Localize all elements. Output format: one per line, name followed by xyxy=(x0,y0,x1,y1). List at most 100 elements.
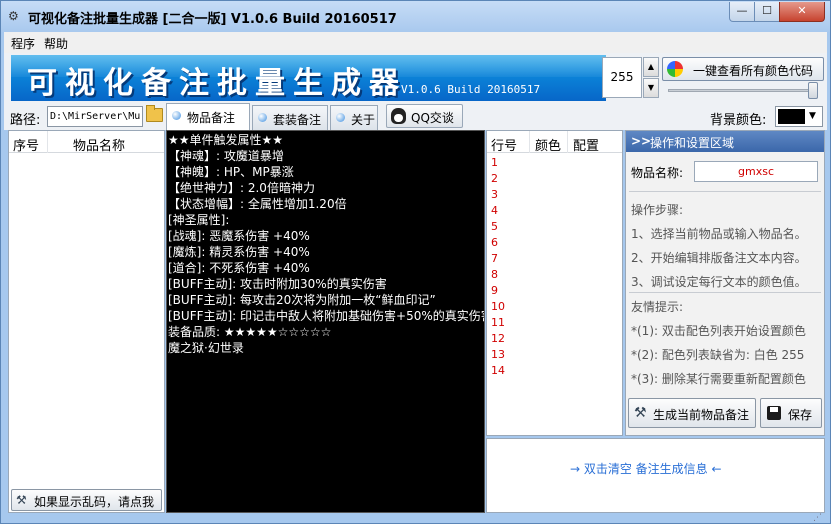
fix-garbled-text-button[interactable]: ⚒ 如果显示乱码，请点我 xyxy=(11,489,162,511)
preview-line: 【神魄】: HP、MP暴涨 xyxy=(168,165,294,179)
table-row[interactable]: 5 xyxy=(491,219,505,235)
step-item: 3、调试设定每行文本的颜色值。 xyxy=(631,275,807,289)
tips-title: 友情提示: xyxy=(631,300,684,314)
preview-line: 【状态增幅】: 全属性增加1.20倍 xyxy=(168,197,347,211)
preview-line: [魔炼]: 精灵系伤害 +40% xyxy=(168,245,310,259)
spin-up-button[interactable]: ▲ xyxy=(643,57,659,77)
generate-note-label: 生成当前物品备注 xyxy=(653,408,750,422)
qq-chat-button[interactable]: QQ交谈 xyxy=(386,104,463,128)
path-input[interactable]: D:\MirServer\Mu xyxy=(47,106,143,127)
note-preview-editor[interactable]: ★★单件触发属性★★ 【神魂】: 攻魔道暴增 【神魄】: HP、MP暴涨 【绝世… xyxy=(166,130,485,513)
resize-grip-icon[interactable]: ⋰ xyxy=(813,513,825,523)
preview-line: 【神魂】: 攻魔道暴增 xyxy=(168,149,284,163)
tab-dot-icon xyxy=(258,113,267,122)
close-button[interactable]: ✕ xyxy=(779,2,825,22)
table-row[interactable]: 4 xyxy=(491,203,505,219)
preview-line: 魔之狱·幻世录 xyxy=(168,341,244,355)
column-header-row[interactable]: 行号 xyxy=(491,135,517,154)
column-header-item-name[interactable]: 物品名称 xyxy=(73,135,125,154)
column-header-index[interactable]: 序号 xyxy=(13,135,39,154)
tab-about[interactable]: 关于 xyxy=(330,105,378,130)
tip-item: *(2): 配色列表缺省为: 白色 255 xyxy=(631,348,805,362)
generation-info-area[interactable]: → 双击清空 备注生成信息 ← xyxy=(486,438,825,513)
table-row[interactable]: 3 xyxy=(491,187,505,203)
operation-panel: >> 操作和设置区域 物品名称: gmxsc 操作步骤: 1、选择当前物品或输入… xyxy=(625,130,825,436)
color-slider-track[interactable] xyxy=(668,89,814,92)
column-separator xyxy=(529,131,530,153)
maximize-button[interactable]: ☐ xyxy=(754,2,780,22)
table-row[interactable]: 1 xyxy=(491,155,505,171)
steps-title: 操作步骤: xyxy=(631,203,684,217)
view-all-colors-label: 一键查看所有颜色代码 xyxy=(693,64,814,78)
generate-note-button[interactable]: ⚒ 生成当前物品备注 xyxy=(628,398,756,428)
table-row[interactable]: 10 xyxy=(491,299,505,315)
tab-item-note[interactable]: 物品备注 xyxy=(166,103,250,130)
table-row[interactable]: 9 xyxy=(491,283,505,299)
clear-info-link[interactable]: → 双击清空 备注生成信息 ← xyxy=(570,460,722,477)
item-name-label: 物品名称: xyxy=(631,166,684,180)
column-header-config[interactable]: 配置 xyxy=(573,135,599,154)
menu-help[interactable]: 帮助 xyxy=(44,35,68,52)
menu-bar: 程序 帮助 xyxy=(4,32,827,53)
tab-label: 关于 xyxy=(351,113,376,127)
banner-logo: 可视化备注批量生成器 V1.0.6 Build 20160517 xyxy=(11,55,606,101)
qq-chat-label: QQ交谈 xyxy=(411,111,454,125)
app-window: ⚙ 可视化备注批量生成器 [二合一版] V1.0.6 Build 2016051… xyxy=(0,0,831,524)
item-name-input[interactable]: gmxsc xyxy=(694,161,818,182)
table-row[interactable]: 8 xyxy=(491,267,505,283)
tab-set-note[interactable]: 套装备注 xyxy=(252,105,328,130)
table-row[interactable]: 13 xyxy=(491,347,505,363)
table-row[interactable]: 2 xyxy=(491,171,505,187)
save-label: 保存 xyxy=(788,408,813,422)
row-color-table-header: 行号 颜色 配置 xyxy=(487,131,622,154)
preview-line: [神圣属性]: xyxy=(168,213,230,227)
divider xyxy=(629,292,821,293)
preview-line: [战魂]: 恶魔系伤害 +40% xyxy=(168,229,310,243)
folder-icon[interactable] xyxy=(146,105,163,122)
app-icon: ⚙ xyxy=(8,9,19,23)
palette-icon xyxy=(667,61,683,77)
item-list[interactable]: 序号 物品名称 ⚒ 如果显示乱码，请点我 xyxy=(8,130,165,513)
item-list-header: 序号 物品名称 xyxy=(9,131,164,154)
preview-line: [BUFF主动]: 印记击中敌人将附加基础伤害+50%的真实伤害 xyxy=(168,309,484,323)
color-value-field[interactable]: 255 xyxy=(602,57,642,98)
table-row[interactable]: 7 xyxy=(491,251,505,267)
double-chevron-icon: >> xyxy=(631,134,652,148)
save-button[interactable]: 保存 xyxy=(760,398,822,428)
divider xyxy=(629,191,821,192)
path-label: 路径: xyxy=(10,113,41,128)
tab-label: 物品备注 xyxy=(187,111,236,125)
preview-line: 【绝世神力】: 2.0倍暗神力 xyxy=(168,181,315,195)
tools-icon: ⚒ xyxy=(16,493,27,507)
tip-item: *(3): 删除某行需要重新配置颜色 xyxy=(631,372,806,386)
preview-line: 装备品质: ★★★★★☆☆☆☆☆ xyxy=(168,325,332,339)
column-header-color[interactable]: 颜色 xyxy=(535,135,561,154)
column-separator xyxy=(47,131,48,153)
table-row[interactable]: 11 xyxy=(491,315,505,331)
tab-label: 套装备注 xyxy=(273,113,322,127)
banner: 可视化备注批量生成器 V1.0.6 Build 20160517 255 ▲ ▼… xyxy=(4,53,827,103)
bg-color-swatch xyxy=(778,109,805,124)
preview-line: [BUFF主动]: 每攻击20次将为附加一枚“鲜血印记” xyxy=(168,293,436,307)
column-separator xyxy=(567,131,568,153)
table-row[interactable]: 14 xyxy=(491,363,505,379)
row-number-list: 1 2 3 4 5 6 7 8 9 10 11 12 13 14 xyxy=(491,155,505,379)
operation-panel-header: >> 操作和设置区域 xyxy=(626,131,824,152)
path-bar: 路径: D:\MirServer\Mu 物品备注 套装备注 关于 QQ交谈 背景… xyxy=(4,103,827,130)
tip-item: *(1): 双击配色列表开始设置颜色 xyxy=(631,324,806,338)
bg-color-select[interactable]: ▼ xyxy=(775,106,823,127)
preview-line: ★★单件触发属性★★ xyxy=(168,133,284,147)
bg-color-label: 背景颜色: xyxy=(710,113,767,128)
color-slider-thumb[interactable] xyxy=(808,82,818,99)
view-all-colors-button[interactable]: 一键查看所有颜色代码 xyxy=(662,57,824,81)
spin-down-button[interactable]: ▼ xyxy=(643,78,659,98)
row-color-table[interactable]: 行号 颜色 配置 1 2 3 4 5 6 7 8 9 10 11 12 13 1… xyxy=(486,130,623,436)
operation-panel-title: 操作和设置区域 xyxy=(650,136,735,150)
minimize-button[interactable]: — xyxy=(729,2,755,22)
banner-title: 可视化备注批量生成器 xyxy=(27,66,407,101)
menu-program[interactable]: 程序 xyxy=(11,35,35,52)
window-title: 可视化备注批量生成器 [二合一版] V1.0.6 Build 20160517 xyxy=(28,12,397,27)
preview-line: [BUFF主动]: 攻击时附加30%的真实伤害 xyxy=(168,277,387,291)
table-row[interactable]: 6 xyxy=(491,235,505,251)
table-row[interactable]: 12 xyxy=(491,331,505,347)
